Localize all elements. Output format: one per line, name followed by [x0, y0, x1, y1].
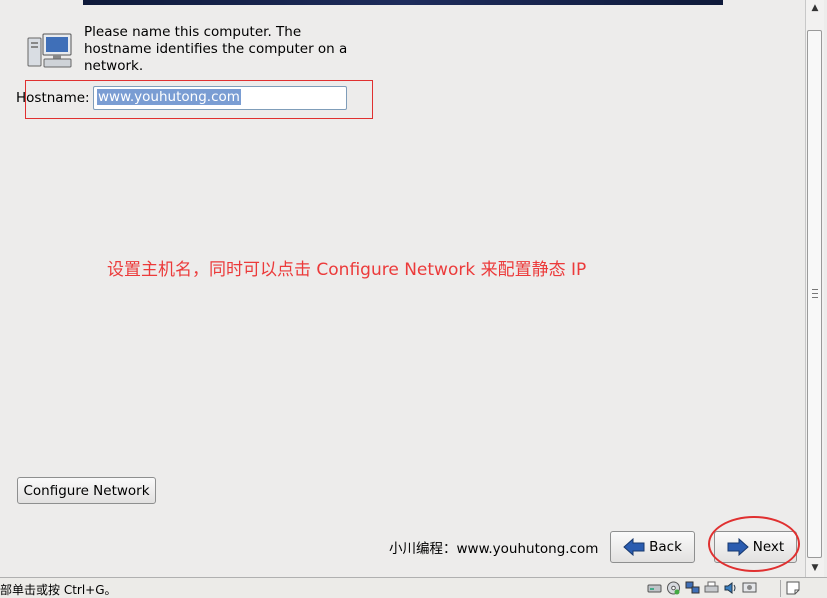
back-label: Back	[649, 539, 682, 555]
printer-icon[interactable]	[704, 581, 719, 595]
next-highlight-circle	[708, 516, 800, 572]
scroll-up-icon[interactable]: ▲	[806, 0, 824, 16]
scroll-thumb[interactable]	[807, 30, 822, 558]
hostname-value: www.youhutong.com	[97, 89, 241, 105]
status-bar: 部单击或按 Ctrl+G。	[0, 577, 827, 598]
sound-icon[interactable]	[723, 581, 738, 595]
watermark-text: 小川编程：www.youhutong.com	[389, 541, 599, 557]
back-arrow-icon	[623, 538, 645, 556]
vertical-scrollbar[interactable]: ▲ ▼	[805, 0, 824, 577]
network-icon[interactable]	[685, 581, 700, 595]
device-tray	[647, 581, 757, 595]
computer-icon	[27, 33, 72, 68]
configure-network-label: Configure Network	[23, 482, 150, 499]
tray-divider	[780, 580, 781, 597]
hostname-input[interactable]: www.youhutong.com	[93, 86, 347, 110]
cd-icon[interactable]	[666, 581, 681, 595]
status-text: 部单击或按 Ctrl+G。	[0, 583, 117, 597]
scroll-down-icon[interactable]: ▼	[806, 560, 824, 576]
grip-icon	[812, 289, 818, 298]
note-icon[interactable]	[786, 581, 800, 595]
intro-text: Please name this computer. The hostname …	[84, 24, 348, 74]
annotation-text: 设置主机名，同时可以点击 Configure Network 来配置静态 IP	[107, 260, 587, 280]
display-icon[interactable]	[742, 581, 757, 595]
header-banner	[83, 0, 723, 5]
hostname-label: Hostname:	[16, 90, 90, 106]
back-button[interactable]: Back	[610, 531, 695, 563]
hard-disk-icon[interactable]	[647, 581, 662, 595]
configure-network-button[interactable]: Configure Network	[17, 477, 156, 504]
